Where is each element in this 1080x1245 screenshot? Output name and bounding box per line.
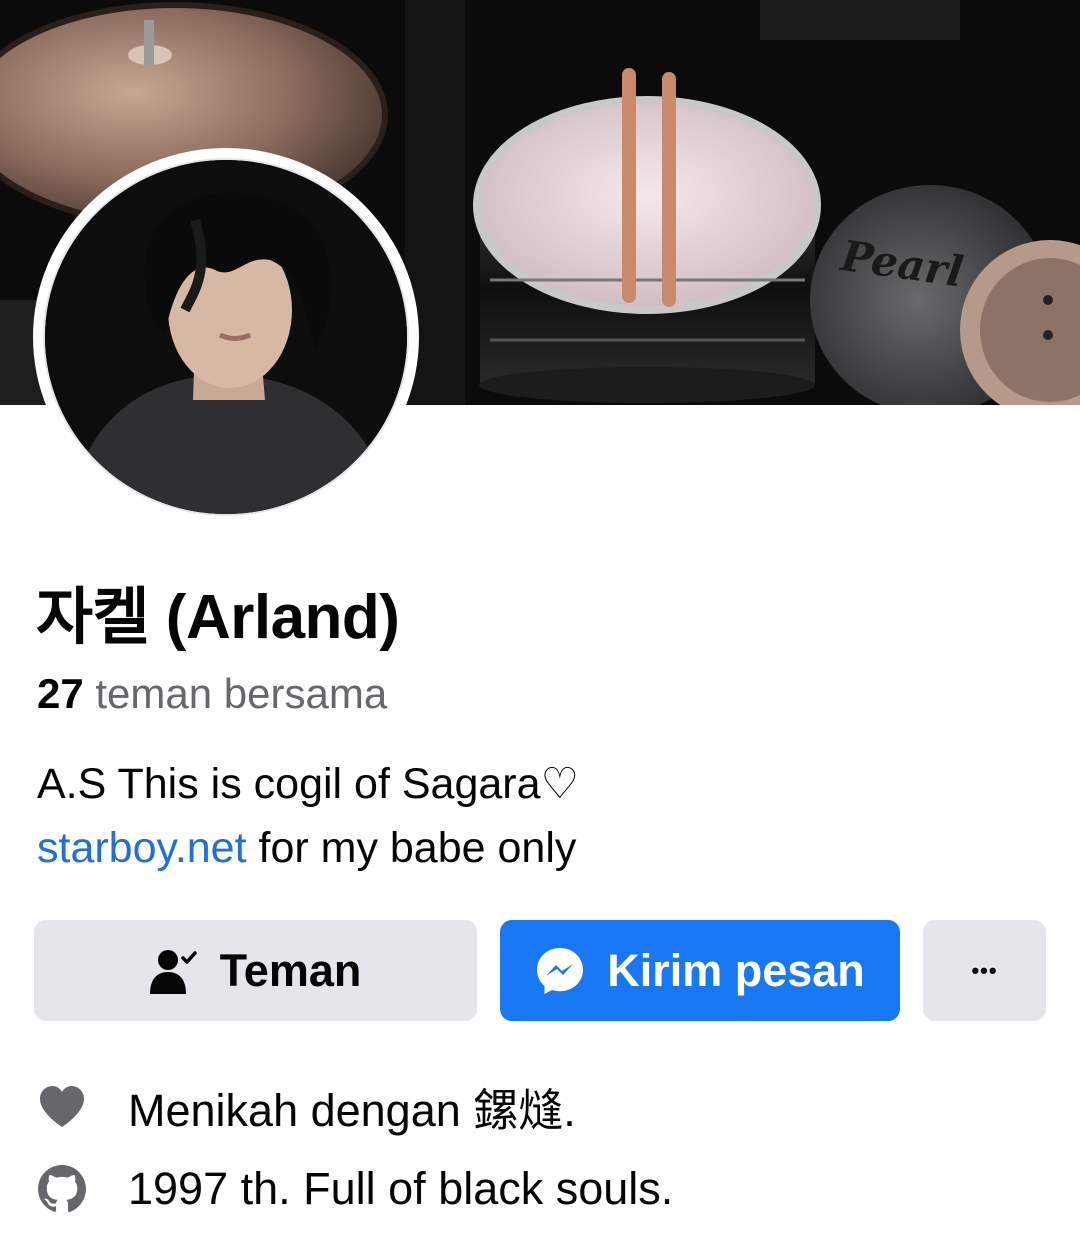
messenger-icon bbox=[535, 946, 585, 996]
github-icon bbox=[36, 1163, 88, 1215]
bio-line-2: starboy.net for my babe only bbox=[37, 816, 579, 880]
person-check-icon bbox=[149, 948, 198, 994]
bio-link[interactable]: starboy.net bbox=[37, 824, 247, 872]
profile-bio: A.S This is cogil of Sagara♡ starboy.net… bbox=[37, 752, 579, 880]
mutual-friends-label: teman bersama bbox=[95, 670, 388, 717]
avatar-image bbox=[43, 158, 409, 516]
bio-line-2-text: for my babe only bbox=[246, 824, 577, 872]
more-options-button[interactable]: ••• bbox=[923, 920, 1046, 1021]
about-text: 1997 th. Full of black souls. bbox=[128, 1163, 674, 1214]
send-message-button[interactable]: Kirim pesan bbox=[500, 920, 900, 1021]
relationship-row: Menikah dengan 鏍熢. bbox=[36, 1074, 576, 1139]
friends-button[interactable]: Teman bbox=[34, 920, 477, 1021]
mutual-friends-count: 27 bbox=[37, 670, 84, 717]
more-dots-icon: ••• bbox=[971, 957, 998, 983]
mutual-friends[interactable]: 27 teman bersama bbox=[37, 670, 387, 718]
relationship-text: Menikah dengan 鏍熢. bbox=[128, 1085, 576, 1136]
send-message-label: Kirim pesan bbox=[607, 944, 865, 996]
bio-line-1: A.S This is cogil of Sagara♡ bbox=[37, 760, 580, 808]
friends-button-label: Teman bbox=[219, 944, 362, 996]
profile-name: 자켈 (Arland) bbox=[36, 583, 400, 652]
about-row: 1997 th. Full of black souls. bbox=[36, 1163, 673, 1215]
heart-icon bbox=[36, 1081, 88, 1133]
profile-avatar[interactable] bbox=[33, 148, 419, 526]
